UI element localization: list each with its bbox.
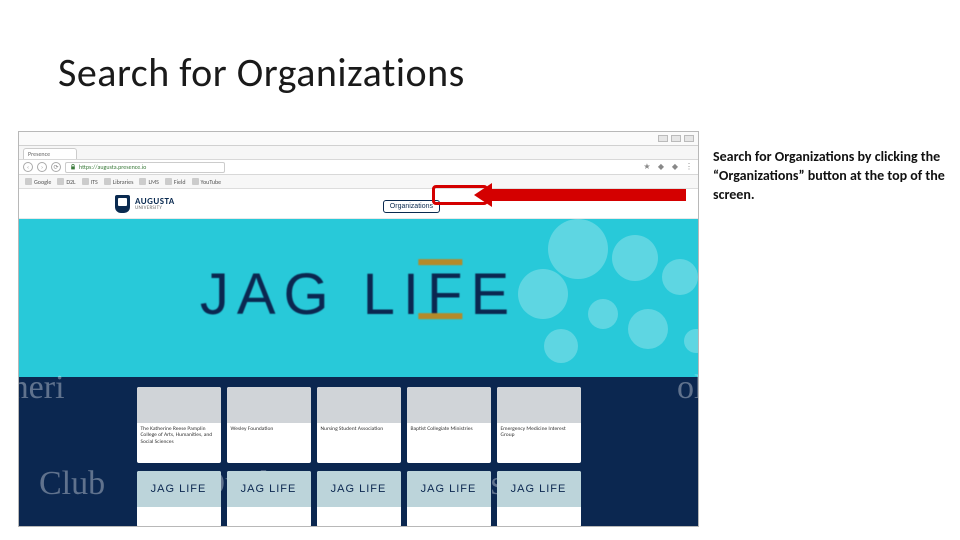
brand-logo[interactable]: AUGUSTA UNIVERSITY (115, 195, 175, 213)
url-text: https://augusta.presence.io (79, 163, 146, 171)
shield-icon (115, 195, 130, 213)
site-content: AUGUSTA UNIVERSITY Organizations (19, 189, 698, 526)
card-title: The Katherine Reese Pamplin College of A… (137, 423, 221, 448)
org-card[interactable]: Nursing Student Association (317, 387, 401, 463)
lock-icon (70, 164, 76, 170)
org-card[interactable]: JAG LIFE (407, 471, 491, 526)
card-thumbnail (227, 387, 311, 423)
card-title: Nursing Student Association (317, 423, 401, 435)
window-close-icon[interactable] (684, 135, 694, 142)
org-card[interactable]: JAG LIFE (227, 471, 311, 526)
card-title: Wesley Foundation (227, 423, 311, 435)
extension-icon[interactable]: ◆ (670, 162, 680, 172)
card-thumbnail: JAG LIFE (137, 471, 221, 507)
card-row: The Katherine Reese Pamplin College of A… (37, 387, 680, 463)
card-thumbnail: JAG LIFE (497, 471, 581, 507)
accent-bar-icon (419, 259, 463, 265)
reload-icon[interactable]: ⟳ (51, 162, 61, 172)
bookmark-item[interactable]: D2L (57, 178, 75, 186)
address-bar[interactable]: https://augusta.presence.io (65, 162, 225, 173)
menu-icon[interactable]: ⋮ (684, 162, 694, 172)
card-title: Emergency Medicine Interest Group (497, 423, 581, 442)
org-card[interactable]: JAG LIFE (497, 471, 581, 526)
org-card[interactable]: Wesley Foundation (227, 387, 311, 463)
bookmark-item[interactable]: YouTube (192, 178, 222, 186)
browser-tab[interactable]: Presence (23, 148, 77, 159)
card-thumbnail: JAG LIFE (317, 471, 401, 507)
bookmark-item[interactable]: Libraries (104, 178, 134, 186)
bookmark-item[interactable]: Google (25, 178, 51, 186)
bookmark-favicon-icon (104, 178, 111, 185)
url-toolbar: ‹ › ⟳ https://augusta.presence.io ★ ◆ ◆ … (19, 159, 698, 175)
bookmark-favicon-icon (82, 178, 89, 185)
bookmark-favicon-icon (139, 178, 146, 185)
card-thumbnail (407, 387, 491, 423)
bookmark-favicon-icon (192, 178, 199, 185)
window-maximize-icon[interactable] (671, 135, 681, 142)
hero-banner: JAG LIFE (19, 219, 698, 377)
browser-screenshot: Presence ‹ › ⟳ https://augusta.presence.… (18, 131, 699, 527)
cards-band: Cheri olle ed The Katherine Reese Pampli… (19, 377, 698, 526)
org-card[interactable]: The Katherine Reese Pamplin College of A… (137, 387, 221, 463)
org-card[interactable]: Baptist Collegiate Ministries (407, 387, 491, 463)
card-title: Baptist Collegiate Ministries (407, 423, 491, 435)
org-card[interactable]: JAG LIFE (317, 471, 401, 526)
bookmark-favicon-icon (25, 178, 32, 185)
window-minimize-icon[interactable] (658, 135, 668, 142)
org-card[interactable]: Emergency Medicine Interest Group (497, 387, 581, 463)
hero-word-left: JAG (200, 261, 337, 328)
extension-icon[interactable]: ◆ (656, 162, 666, 172)
slide-title: Search for Organizations (58, 48, 465, 97)
bookmark-item[interactable]: ITS (82, 178, 98, 186)
card-row: JAG LIFE JAG LIFE JAG LIFE JAG LIFE JAG … (37, 471, 680, 526)
accent-bar-icon (419, 313, 463, 319)
tabstrip: Presence (19, 146, 698, 159)
hero-word-right: LIFE (363, 261, 518, 328)
back-icon[interactable]: ‹ (23, 162, 33, 172)
window-titlebar (19, 132, 698, 146)
bookmark-item[interactable]: Field (165, 178, 186, 186)
bookmark-item[interactable]: LMS (139, 178, 158, 186)
org-card[interactable]: JAG LIFE (137, 471, 221, 526)
card-thumbnail (497, 387, 581, 423)
forward-icon[interactable]: › (37, 162, 47, 172)
bookmark-favicon-icon (165, 178, 172, 185)
card-thumbnail (317, 387, 401, 423)
brand-subtitle: UNIVERSITY (135, 206, 175, 211)
slide-caption: Search for Organizations by clicking the… (713, 148, 948, 205)
card-thumbnail: JAG LIFE (407, 471, 491, 507)
card-thumbnail: JAG LIFE (227, 471, 311, 507)
site-header: AUGUSTA UNIVERSITY Organizations (19, 189, 698, 219)
star-icon[interactable]: ★ (642, 162, 652, 172)
hero-logo: JAG LIFE (200, 261, 517, 328)
bookmark-favicon-icon (57, 178, 64, 185)
bookmarks-bar: Google D2L ITS Libraries LMS Field YouTu… (19, 175, 698, 189)
card-thumbnail (137, 387, 221, 423)
organizations-button[interactable]: Organizations (383, 200, 440, 213)
